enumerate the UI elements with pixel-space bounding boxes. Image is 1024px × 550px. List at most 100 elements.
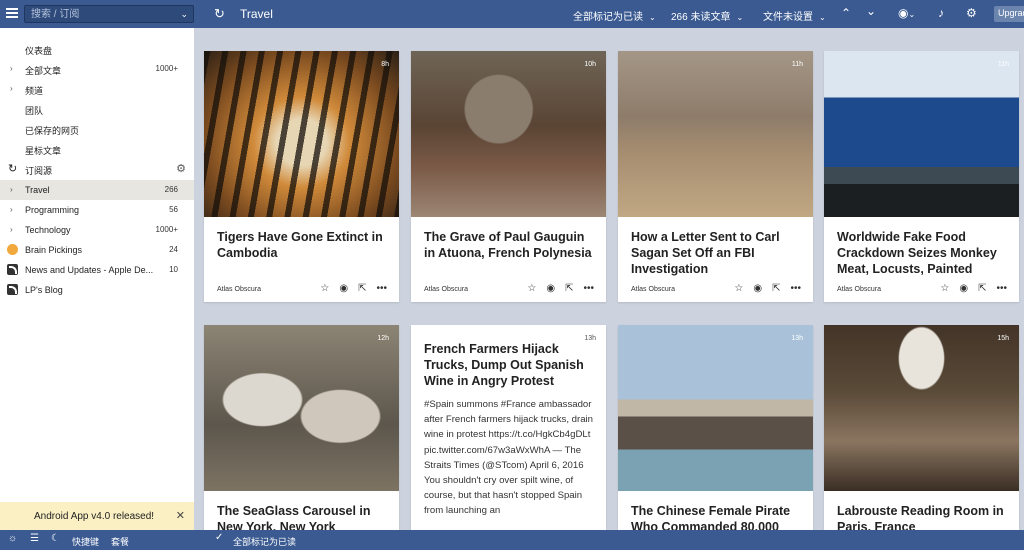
sidebar-item-all-articles[interactable]: › 全部文章 1000+ [0,59,194,79]
refresh-icon[interactable]: ↻ [8,162,17,175]
article-image[interactable] [411,51,606,217]
refresh-icon[interactable]: ↻ [214,6,225,22]
bottom-bar: ☼ ☰ ☾ 快捷键 套餐 ✓ 全部标记为已读 [0,530,1024,550]
open-external-icon[interactable]: ⇱ [358,283,366,294]
star-icon[interactable]: ☆ [527,283,536,294]
moon-icon[interactable]: ☾ [51,533,60,544]
more-icon[interactable]: ••• [790,283,801,294]
article-title[interactable]: The Chinese Female Pirate Who Commanded … [631,503,806,530]
chevron-right-icon[interactable]: › [10,185,13,194]
article-card[interactable]: 11h Worldwide Fake Food Crackdown Seizes… [824,51,1019,302]
article-actions: ☆ ◉ ⇱ ••• [724,283,801,294]
plans-link[interactable]: 套餐 [111,535,129,548]
more-icon[interactable]: ••• [996,283,1007,294]
sidebar-feed-programming[interactable]: › Programming 56 [0,200,194,220]
article-title[interactable]: The Grave of Paul Gauguin in Atuona, Fre… [424,229,599,261]
sidebar-feed-brain-pickings[interactable]: Brain Pickings 24 [0,240,194,260]
article-card[interactable]: 10h The Grave of Paul Gauguin in Atuona,… [411,51,606,302]
sidebar-feed-apple-news[interactable]: News and Updates - Apple De... 10 [0,260,194,280]
article-card[interactable]: 11h How a Letter Sent to Carl Sagan Set … [618,51,813,302]
upgrade-button[interactable]: Upgrade [994,6,1024,22]
unread-filter-dropdown[interactable]: 266 未读文章 ⌄ [671,8,743,23]
article-title[interactable]: French Farmers Hijack Trucks, Dump Out S… [424,341,599,389]
chevron-right-icon[interactable]: › [10,64,13,73]
article-title[interactable]: Worldwide Fake Food Crackdown Seizes Mon… [837,229,1012,277]
article-image[interactable] [824,51,1019,217]
sidebar-item-saved-pages[interactable]: 已保存的网页 [0,119,194,139]
chevron-down-icon: ⌄ [649,13,656,22]
release-banner[interactable]: Android App v4.0 released! ✕ [0,502,194,530]
article-image[interactable] [204,325,399,491]
more-icon[interactable]: ••• [583,283,594,294]
subscriptions-header: ↻ 订阅源 ⚙ [0,159,194,179]
mark-read-icon[interactable]: ◉ [546,283,555,294]
gear-icon[interactable]: ⚙ [966,6,977,20]
article-image[interactable] [618,325,813,491]
article-age: 10h [584,61,596,68]
star-icon[interactable]: ☆ [320,283,329,294]
article-summary: #Spain summons #France ambassador after … [424,399,594,517]
sun-icon[interactable]: ☼ [8,533,17,544]
mark-read-icon[interactable]: ◉ [753,283,762,294]
shortcuts-link[interactable]: 快捷键 [72,535,99,548]
search-input[interactable] [31,7,171,21]
open-external-icon[interactable]: ⇱ [565,283,573,294]
sidebar-item-channels[interactable]: › 频道 [0,79,194,99]
sidebar-feed-lp-blog[interactable]: LP's Blog [0,280,194,300]
close-icon[interactable]: ✕ [176,509,185,522]
banner-text[interactable]: Android App v4.0 released! [34,511,154,522]
menu-icon[interactable] [6,8,18,18]
article-source[interactable]: Atlas Obscura [631,286,675,293]
more-icon[interactable]: ••• [376,283,387,294]
article-card[interactable]: 13h The Chinese Female Pirate Who Comman… [618,325,813,530]
article-card[interactable]: 13h French Farmers Hijack Trucks, Dump O… [411,325,606,530]
sidebar-item-dashboard[interactable]: 仪表盘 [0,39,194,59]
star-icon[interactable]: ☆ [734,283,743,294]
folder-settings-dropdown[interactable]: 文件未设置 ⌄ [763,8,826,23]
article-source[interactable]: Atlas Obscura [837,286,881,293]
chevron-right-icon[interactable]: › [10,205,13,214]
article-title[interactable]: Tigers Have Gone Extinct in Cambodia [217,229,392,261]
mark-all-read-button[interactable]: 全部标记为已读 [233,535,296,548]
article-source[interactable]: Atlas Obscura [217,286,261,293]
article-source[interactable]: Atlas Obscura [424,286,468,293]
mark-read-icon[interactable]: ◉ [959,283,968,294]
sidebar-item-teams[interactable]: 团队 [0,99,194,119]
search-box[interactable]: ⌄ [24,5,194,23]
unread-count: 10 [169,265,178,274]
list-icon[interactable]: ☰ [30,533,39,544]
check-icon[interactable]: ✓ [215,532,223,543]
mark-all-read-label: 全部标记为已读 [573,12,643,23]
article-title[interactable]: How a Letter Sent to Carl Sagan Set Off … [631,229,806,277]
article-card[interactable]: 8h Tigers Have Gone Extinct in Cambodia … [204,51,399,302]
bell-icon[interactable]: ♪ [938,6,944,20]
article-card[interactable]: 15h Labrouste Reading Room in Paris, Fra… [824,325,1019,530]
chevron-right-icon[interactable]: › [10,225,13,234]
star-icon[interactable]: ☆ [940,283,949,294]
article-title[interactable]: Labrouste Reading Room in Paris, France [837,503,1012,530]
gear-icon[interactable]: ⚙ [176,162,186,175]
open-external-icon[interactable]: ⇱ [772,283,780,294]
article-title[interactable]: The SeaGlass Carousel in New York, New Y… [217,503,392,530]
open-external-icon[interactable]: ⇱ [978,283,986,294]
search-dropdown-icon[interactable]: ⌄ [180,9,188,20]
sidebar-item-starred[interactable]: 星标文章 [0,139,194,159]
chevron-up-icon[interactable]: ⌃ [841,6,851,20]
article-age: 8h [381,61,389,68]
sidebar-feed-technology[interactable]: › Technology 1000+ [0,220,194,240]
article-image[interactable] [824,325,1019,491]
feed-label: News and Updates - Apple De... [25,265,154,275]
mark-all-read-dropdown[interactable]: 全部标记为已读 ⌄ [573,8,656,23]
chevron-right-icon[interactable]: › [10,84,13,93]
unread-count: 1000+ [155,64,178,73]
article-image[interactable] [204,51,399,217]
mark-read-icon[interactable]: ◉ [339,283,348,294]
chevron-down-icon: ⌄ [819,13,826,22]
sidebar-item-label: 仪表盘 [25,46,53,56]
sidebar-item-label: 全部文章 [25,66,62,76]
chevron-down-icon[interactable]: ⌄ [866,4,876,18]
eye-icon[interactable]: ◉⌄ [898,6,915,20]
sidebar-feed-travel[interactable]: › Travel 266 [0,180,194,200]
article-card[interactable]: 12h The SeaGlass Carousel in New York, N… [204,325,399,530]
article-image[interactable] [618,51,813,217]
